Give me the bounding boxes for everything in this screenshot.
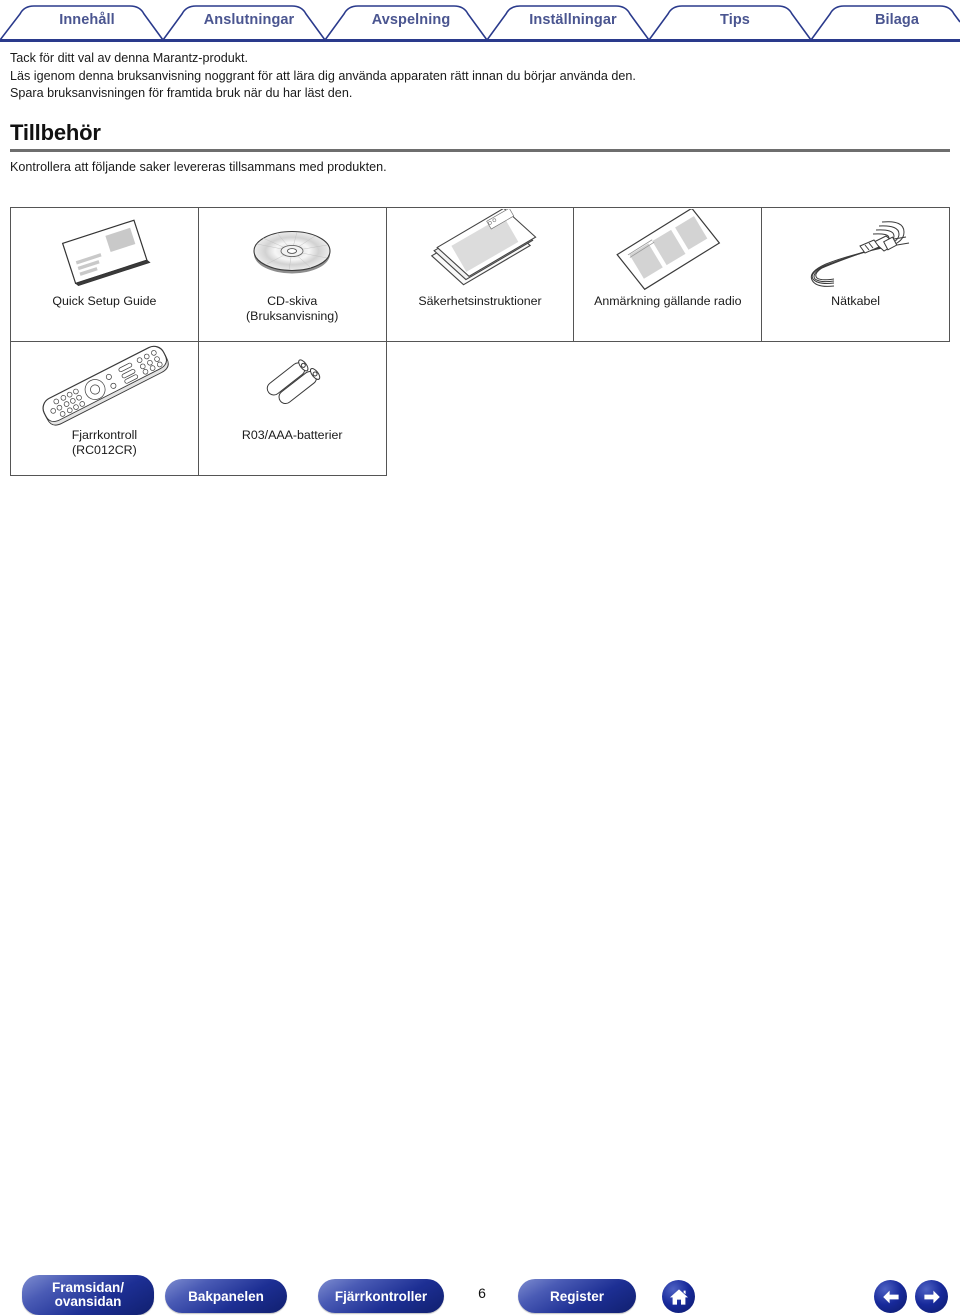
accessory-cell-safety-instructions: Säkerhetsinstruktioner bbox=[385, 207, 575, 342]
intro-text: Tack för ditt val av denna Marantz-produ… bbox=[10, 50, 950, 103]
nav-button-bakpanelen[interactable]: Bakpanelen bbox=[165, 1279, 287, 1313]
accessory-label: CD-skiva bbox=[267, 294, 318, 308]
empty-cell bbox=[386, 342, 574, 476]
accessory-cell-remote-control: Fjarrkontroll (RC012CR) bbox=[10, 341, 199, 476]
accessory-label: Anmärkning gällande radio bbox=[594, 294, 742, 308]
tab-bilaga[interactable]: Bilaga bbox=[832, 12, 960, 28]
arrow-right-icon bbox=[923, 1290, 940, 1303]
tab-tips[interactable]: Tips bbox=[670, 12, 800, 28]
empty-cell bbox=[762, 342, 950, 476]
forward-button[interactable] bbox=[915, 1280, 948, 1313]
batteries-icon bbox=[199, 342, 386, 428]
nav-button-label-line1: Framsidan/ bbox=[51, 1280, 125, 1295]
nav-button-framsidan-ovansidan[interactable]: Framsidan/ ovansidan bbox=[22, 1275, 154, 1315]
accessory-cell-power-cord: Nätkabel bbox=[761, 207, 950, 342]
intro-line-3: Spara bruksanvisningen för framtida bruk… bbox=[10, 86, 353, 100]
bottom-navigation-bar: Framsidan/ ovansidan Bakpanelen Fjärrkon… bbox=[0, 634, 960, 1315]
accessory-label: Fjarrkontroll bbox=[71, 428, 138, 442]
accessory-label: Säkerhetsinstruktioner bbox=[418, 294, 542, 308]
home-button[interactable] bbox=[662, 1280, 695, 1313]
accessory-label-2: (Bruksanvisning) bbox=[246, 309, 339, 323]
nav-button-label-line2: ovansidan bbox=[54, 1294, 122, 1309]
home-icon bbox=[669, 1288, 688, 1305]
nav-button-label: Register bbox=[549, 1288, 605, 1304]
intro-line-2: Läs igenom denna bruksanvisning noggrant… bbox=[10, 68, 636, 83]
accessory-cell-radio-notice: Anmärkning gällande radio bbox=[573, 207, 763, 342]
nav-button-fjarrkontroller[interactable]: Fjärrkontroller bbox=[318, 1279, 444, 1313]
top-tab-bar: Innehåll Anslutningar Avspelning Inställ… bbox=[0, 0, 960, 42]
section-heading-block: Tillbehör bbox=[10, 120, 950, 152]
accessory-label: R03/AAA-batterier bbox=[241, 428, 343, 442]
accessory-cell-cd-disc: CD-skiva (Bruksanvisning) bbox=[197, 207, 387, 342]
accessory-cell-batteries: R03/AAA-batterier bbox=[197, 341, 387, 476]
accessory-cell-quick-setup-guide: Quick Setup Guide bbox=[10, 207, 199, 342]
table-row: Quick Setup Guide CD-skiva (Bruksanvisni… bbox=[10, 207, 950, 342]
power-cord-icon bbox=[762, 208, 949, 294]
cd-disc-icon bbox=[199, 208, 386, 294]
remote-icon bbox=[11, 342, 198, 428]
papers-icon bbox=[387, 208, 574, 294]
tab-avspelning[interactable]: Avspelning bbox=[346, 12, 476, 28]
accessory-label: Quick Setup Guide bbox=[52, 294, 157, 308]
nav-button-register[interactable]: Register bbox=[518, 1279, 636, 1313]
booklet-icon bbox=[11, 208, 198, 294]
arrow-left-icon bbox=[882, 1290, 899, 1303]
section-subtitle: Kontrollera att följande saker levereras… bbox=[10, 160, 387, 174]
accessory-label: Nätkabel bbox=[831, 294, 881, 308]
accessory-label-2: (RC012CR) bbox=[72, 443, 137, 457]
tab-innehall[interactable]: Innehåll bbox=[22, 12, 152, 28]
accessories-table: Quick Setup Guide CD-skiva (Bruksanvisni… bbox=[10, 207, 950, 476]
back-button[interactable] bbox=[874, 1280, 907, 1313]
page-title: Tillbehör bbox=[10, 120, 101, 145]
leaflet-icon bbox=[574, 208, 761, 294]
nav-button-label: Fjärrkontroller bbox=[334, 1288, 428, 1304]
intro-line-1: Tack för ditt val av denna Marantz-produ… bbox=[10, 51, 248, 65]
tab-anslutningar[interactable]: Anslutningar bbox=[184, 12, 314, 28]
empty-cell bbox=[574, 342, 762, 476]
tab-installningar[interactable]: Inställningar bbox=[508, 12, 638, 28]
nav-button-label: Bakpanelen bbox=[188, 1288, 264, 1304]
heading-divider bbox=[10, 149, 950, 152]
page-number: 6 bbox=[478, 1285, 486, 1301]
table-row: Fjarrkontroll (RC012CR) R03/AAA-batterie… bbox=[10, 341, 950, 476]
